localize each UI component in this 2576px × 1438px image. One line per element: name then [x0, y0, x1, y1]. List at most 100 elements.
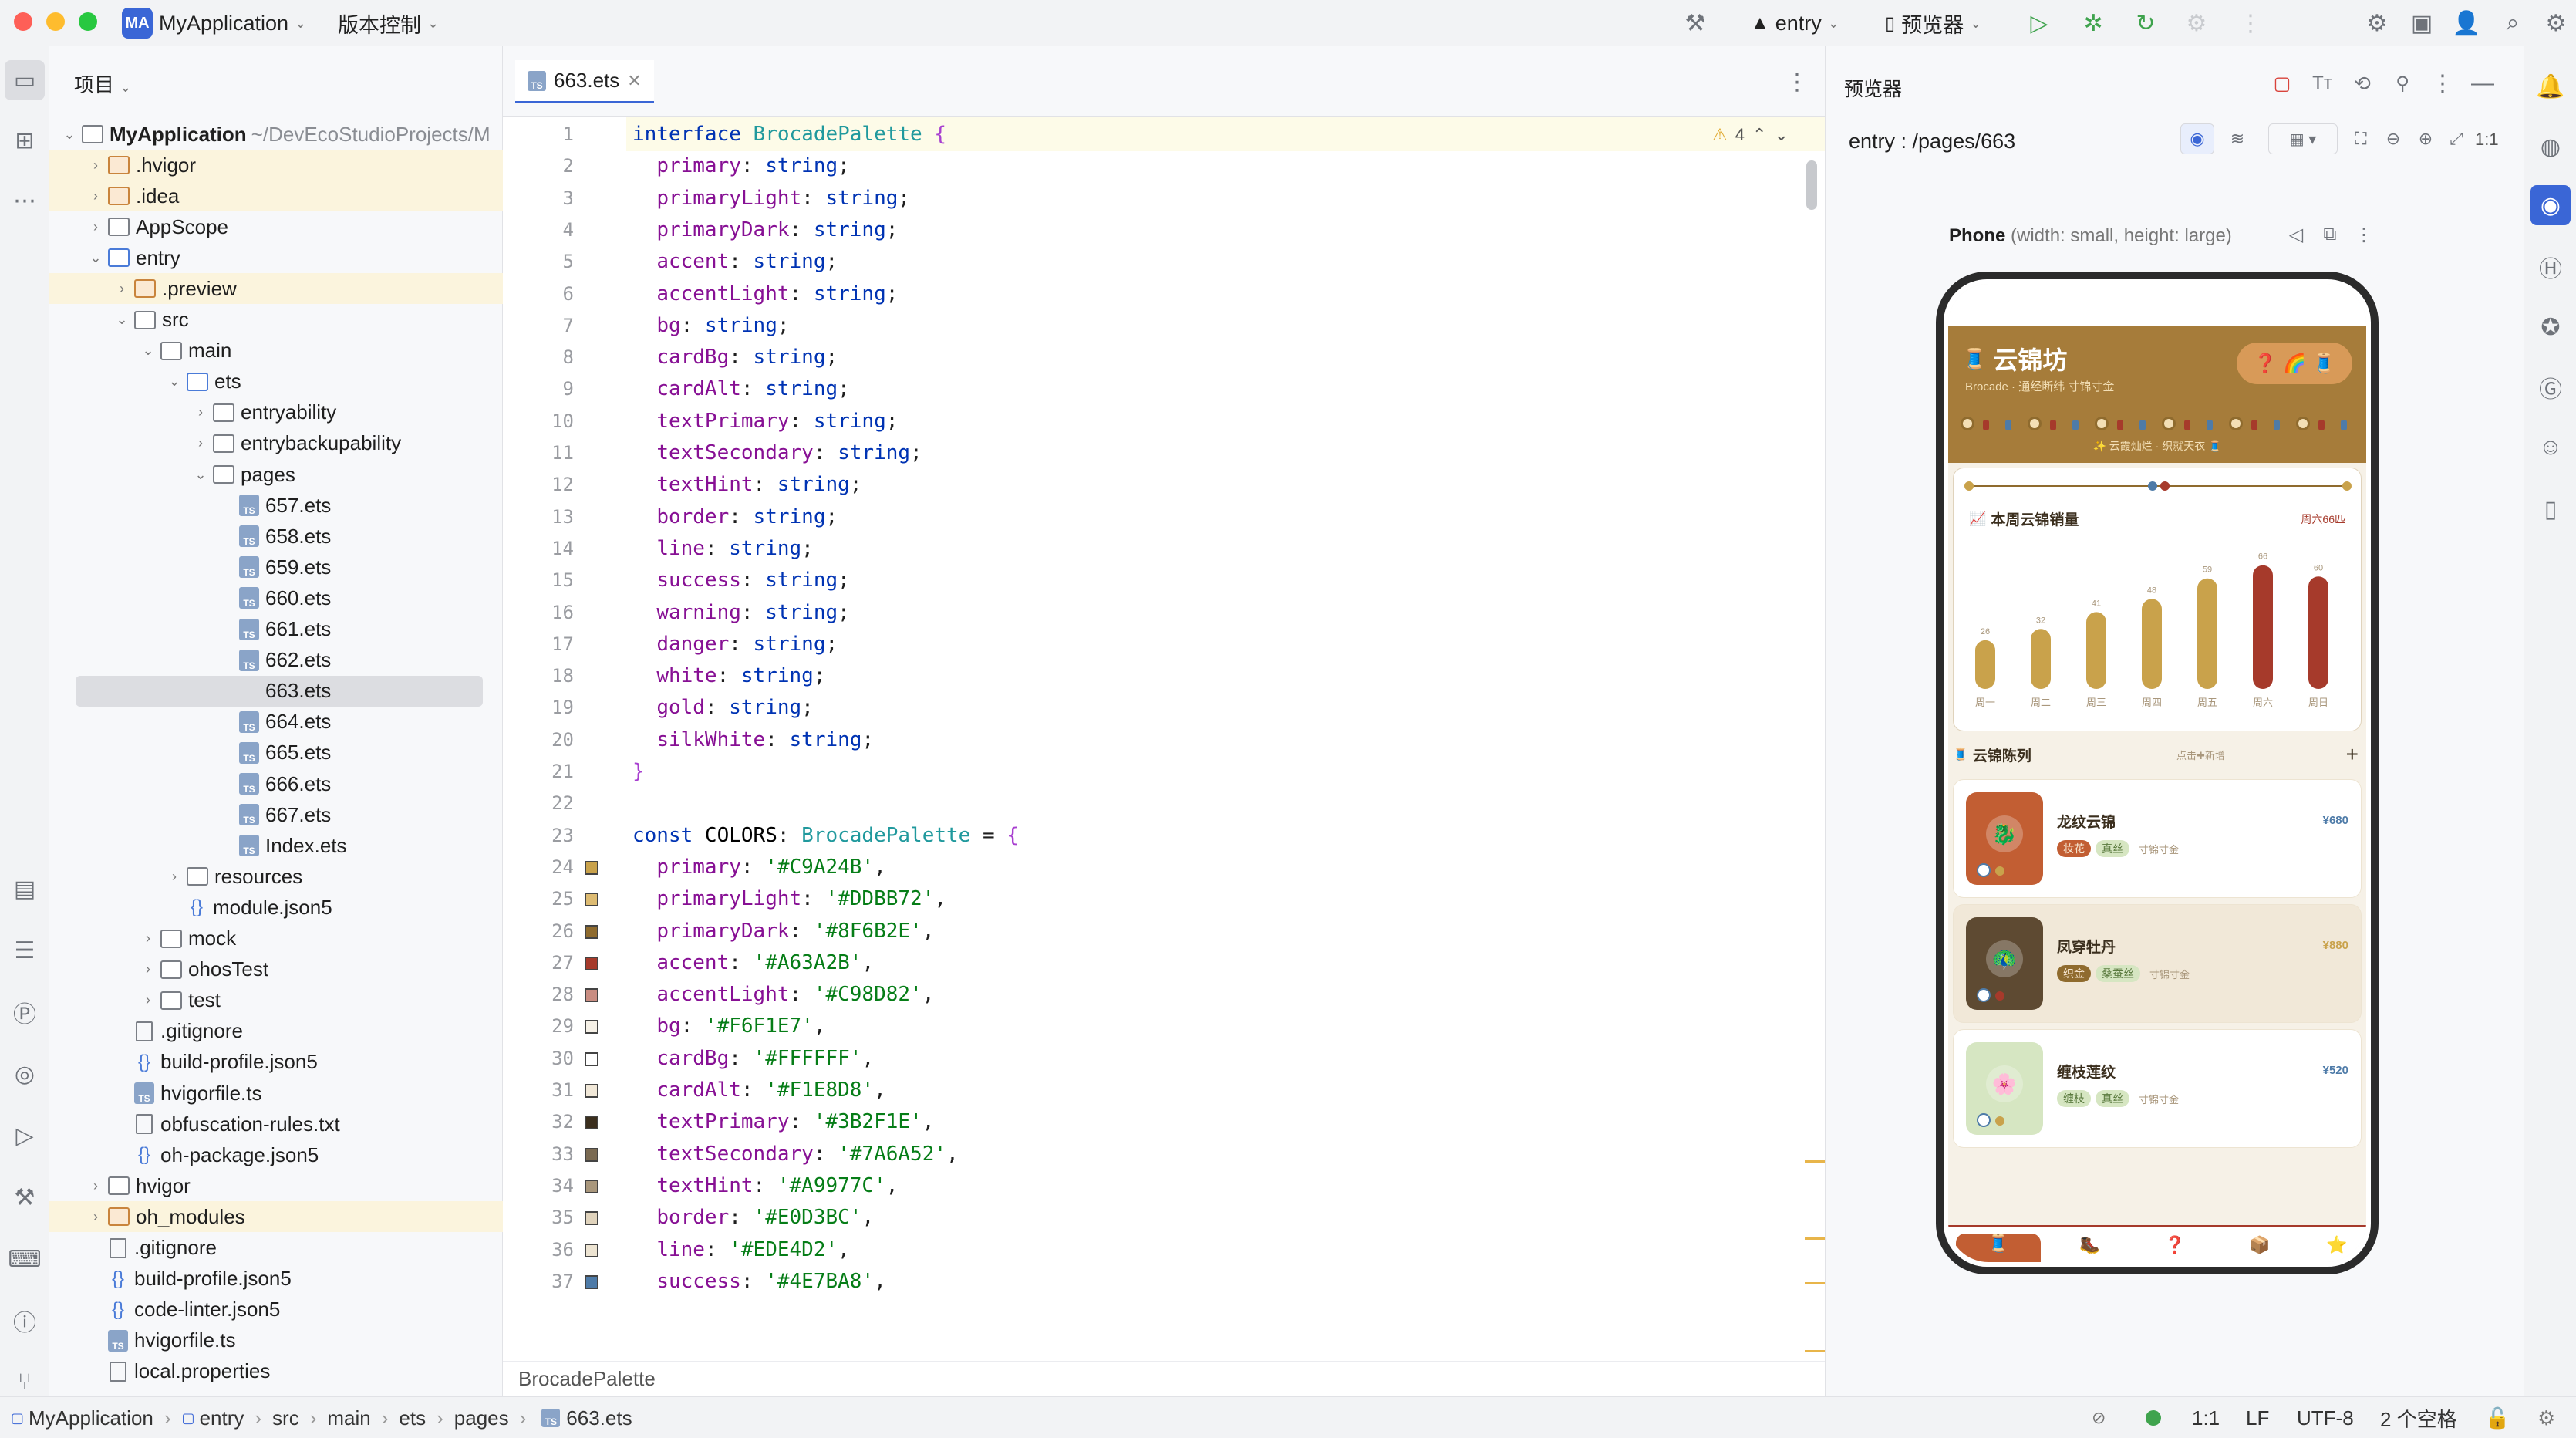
product-card[interactable]: 🌸 缠枝莲纹 ¥520 缠枝 真丝 寸锦寸金: [1953, 1029, 2362, 1148]
multi-device-select[interactable]: ▦ ▾: [2268, 123, 2338, 154]
tree-item[interactable]: › .idea: [49, 181, 503, 212]
breadcrumb-symbol[interactable]: BrocadePalette: [518, 1367, 656, 1391]
stop-icon[interactable]: ⚙: [2180, 6, 2214, 40]
refresh-icon[interactable]: ⟲: [2347, 68, 2378, 99]
color-swatch[interactable]: [585, 1211, 598, 1226]
hide-panel-icon[interactable]: —: [2467, 68, 2498, 99]
color-swatch[interactable]: [585, 1051, 598, 1066]
chevron-right-icon[interactable]: ›: [193, 404, 208, 420]
tree-item[interactable]: {} build-profile.json5: [49, 1047, 503, 1078]
bar-周二[interactable]: [2031, 629, 2051, 689]
tree-item[interactable]: › .hvigor: [49, 150, 503, 181]
color-swatch[interactable]: [585, 1020, 598, 1035]
fold-icon[interactable]: ⧉: [2316, 221, 2344, 248]
tree-item[interactable]: ⌄ ets: [49, 366, 503, 397]
tree-item[interactable]: TS 664.ets: [49, 707, 503, 738]
search-icon[interactable]: ⌕: [2496, 6, 2530, 40]
tree-item[interactable]: .gitignore: [49, 1016, 503, 1047]
tab-663-ets[interactable]: TS 663.ets ✕: [515, 60, 654, 103]
color-swatch[interactable]: [585, 893, 598, 907]
vcs-menu[interactable]: 版本控制 ⌄: [338, 0, 439, 46]
inspect-icon[interactable]: ◉: [2180, 123, 2214, 154]
chevron-right-icon[interactable]: ›: [167, 869, 182, 885]
codegenie-icon[interactable]: ◍: [2530, 127, 2571, 167]
fit-icon[interactable]: ⤢: [2443, 123, 2470, 154]
run-icon[interactable]: ▷: [2022, 6, 2056, 40]
breadcrumb-item[interactable]: 663.ets: [566, 1406, 632, 1430]
line-ending[interactable]: LF: [2246, 1397, 2269, 1438]
device-manager-icon[interactable]: ⚙: [2360, 6, 2394, 40]
code-area[interactable]: interface BrocadePalette { primary: stri…: [632, 117, 1774, 1361]
bar-周日[interactable]: [2308, 576, 2328, 689]
tree-item[interactable]: › mock: [49, 923, 503, 954]
tree-item[interactable]: .gitignore: [49, 1233, 503, 1264]
chevron-right-icon[interactable]: ›: [88, 1209, 103, 1225]
gradle-icon[interactable]: Ⓖ: [2530, 367, 2571, 407]
nav-box-icon[interactable]: 📦: [2249, 1235, 2270, 1255]
more-tools-icon[interactable]: ⋯: [5, 181, 45, 221]
tree-item[interactable]: {} oh-package.json5: [49, 1139, 503, 1170]
tree-root[interactable]: ⌄ MyApplication ~/DevEcoStudioProjects/M: [49, 119, 503, 150]
layers-icon[interactable]: ≋: [2220, 123, 2254, 154]
settings-icon[interactable]: ⚙: [2539, 6, 2573, 40]
memory-icon[interactable]: ⚙: [2537, 1397, 2555, 1438]
inspector-icon[interactable]: ◎: [5, 1054, 45, 1094]
tree-item[interactable]: TS 662.ets: [49, 645, 503, 676]
tree-item[interactable]: › .preview: [49, 273, 503, 305]
log-icon[interactable]: ☰: [5, 930, 45, 970]
tree-item[interactable]: {} code-linter.json5: [49, 1295, 503, 1325]
status-dot[interactable]: [2146, 1397, 2161, 1438]
chevron-right-icon[interactable]: ›: [140, 961, 156, 977]
next-highlight-icon[interactable]: ⌄: [1774, 125, 1788, 145]
terminal-icon[interactable]: ⌨: [5, 1239, 45, 1279]
color-swatch[interactable]: [585, 1274, 598, 1289]
tree-item[interactable]: TS 666.ets: [49, 768, 503, 799]
todo-icon[interactable]: ▤: [5, 869, 45, 909]
more-icon[interactable]: ⋮: [2234, 6, 2267, 40]
color-swatch[interactable]: [585, 1116, 598, 1130]
breadcrumb-item[interactable]: src: [272, 1406, 299, 1430]
tree-item[interactable]: TS 661.ets: [49, 614, 503, 645]
bar-周六[interactable]: [2253, 565, 2273, 689]
editor-scrollbar[interactable]: [1806, 160, 1817, 210]
project-switcher[interactable]: MA MyApplication ⌄: [122, 0, 306, 46]
chevron-down-icon[interactable]: ⌄: [193, 467, 208, 483]
device-more-icon[interactable]: ⋮: [2350, 221, 2378, 248]
tree-item[interactable]: TS hvigorfile.ts: [49, 1078, 503, 1109]
color-swatch[interactable]: [585, 988, 598, 1003]
nav-pattern-icon[interactable]: 🥾: [2079, 1235, 2100, 1255]
project-folder-icon[interactable]: ▭: [5, 60, 45, 100]
problems-icon[interactable]: ⓘ: [5, 1301, 45, 1341]
chevron-down-icon[interactable]: ⌄: [88, 250, 103, 266]
breadcrumb-item[interactable]: entry: [200, 1406, 244, 1430]
color-swatch[interactable]: [585, 924, 598, 939]
chevron-down-icon[interactable]: ⌄: [62, 127, 77, 143]
bar-周三[interactable]: [2086, 612, 2106, 689]
nav-star-icon[interactable]: ⭐: [2326, 1235, 2347, 1255]
zoom-level[interactable]: 1:1: [2475, 130, 2499, 150]
device-icon[interactable]: ▯: [2530, 489, 2571, 529]
tree-item[interactable]: ⌄ entry: [49, 242, 503, 273]
prev-highlight-icon[interactable]: ⌃: [1752, 125, 1766, 145]
pin-icon[interactable]: ⚲: [2387, 68, 2418, 99]
close-icon[interactable]: ✕: [627, 71, 641, 91]
chevron-right-icon[interactable]: ›: [114, 281, 130, 297]
color-swatch[interactable]: [585, 956, 598, 970]
rotate-icon[interactable]: ◁: [2282, 221, 2310, 248]
zoom-window-button[interactable]: [79, 12, 97, 31]
tree-item[interactable]: TS 657.ets: [49, 490, 503, 521]
tree-item[interactable]: TS Index.ets: [49, 830, 503, 861]
zoom-out-icon[interactable]: ⊖: [2379, 123, 2407, 154]
structure-icon[interactable]: ⊞: [5, 120, 45, 160]
zoom-in-icon[interactable]: ⊕: [2412, 123, 2439, 154]
tree-item[interactable]: › oh_modules: [49, 1201, 503, 1233]
bar-周一[interactable]: [1975, 640, 1995, 689]
color-swatch[interactable]: [585, 860, 598, 875]
header-badge[interactable]: ❓ 🌈 🧵: [2237, 343, 2352, 384]
add-icon[interactable]: +: [2346, 742, 2359, 767]
tree-item[interactable]: › resources: [49, 861, 503, 892]
breadcrumb-item[interactable]: pages: [454, 1406, 509, 1430]
crop-icon[interactable]: ⛶: [2347, 123, 2375, 154]
chevron-down-icon[interactable]: ⌄: [114, 312, 130, 328]
stop-preview-icon[interactable]: ▢: [2267, 68, 2298, 99]
